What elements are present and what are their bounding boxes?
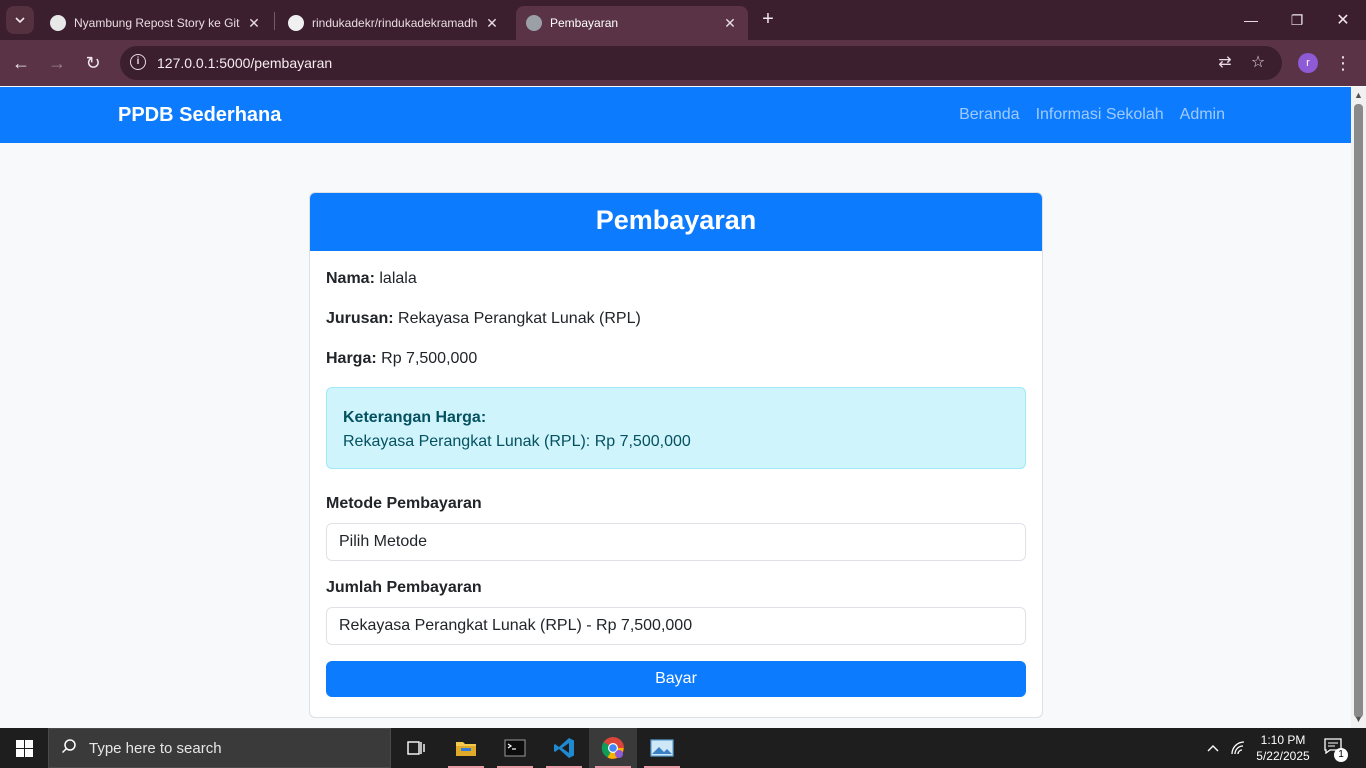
nama-value: lalala bbox=[379, 270, 417, 287]
jurusan-label: Jurusan: bbox=[326, 310, 394, 327]
photos-icon[interactable] bbox=[638, 728, 686, 768]
nama-line: Nama: lalala bbox=[326, 269, 1026, 289]
url-text[interactable]: 127.0.0.1:5000/pembayaran bbox=[157, 55, 332, 71]
web-page: PPDB Sederhana Beranda Informasi Sekolah… bbox=[0, 87, 1351, 728]
address-bar[interactable]: i 127.0.0.1:5000/pembayaran ⇄ ☆ bbox=[120, 46, 1282, 80]
close-window-button[interactable]: ✕ bbox=[1320, 0, 1366, 40]
browser-menu-icon[interactable]: ⋮ bbox=[1334, 52, 1352, 74]
card-title: Pembayaran bbox=[310, 193, 1042, 251]
scroll-down-icon[interactable]: ▼ bbox=[1353, 714, 1364, 725]
openai-icon bbox=[50, 15, 66, 31]
harga-label: Harga: bbox=[326, 350, 377, 367]
browser-toolbar: ← → ↻ i 127.0.0.1:5000/pembayaran ⇄ ☆ r … bbox=[0, 40, 1366, 86]
tab-pembayaran[interactable]: Pembayaran ✕ bbox=[516, 6, 748, 40]
site-brand[interactable]: PPDB Sederhana bbox=[118, 104, 281, 127]
bayar-button[interactable]: Bayar bbox=[326, 661, 1026, 697]
alert-text: Rekayasa Perangkat Lunak (RPL): Rp 7,500… bbox=[343, 433, 691, 450]
back-button[interactable]: ← bbox=[8, 50, 34, 76]
restore-button[interactable]: ❐ bbox=[1274, 0, 1320, 40]
chevron-down-icon bbox=[15, 17, 25, 24]
scroll-up-icon[interactable]: ▲ bbox=[1353, 90, 1364, 101]
metode-label: Metode Pembayaran bbox=[326, 495, 482, 512]
close-icon[interactable]: ✕ bbox=[246, 15, 262, 32]
payment-card: Pembayaran Nama: lalala Jurusan: Rekayas… bbox=[309, 192, 1043, 718]
tab-nyambung[interactable]: Nyambung Repost Story ke Git ✕ bbox=[40, 6, 272, 40]
scroll-thumb[interactable] bbox=[1354, 104, 1363, 718]
minimize-button[interactable]: — bbox=[1228, 0, 1274, 40]
vscode-icon[interactable] bbox=[540, 728, 588, 768]
site-navbar: PPDB Sederhana Beranda Informasi Sekolah… bbox=[0, 87, 1351, 143]
nama-label: Nama: bbox=[326, 270, 375, 287]
file-explorer-icon[interactable] bbox=[442, 728, 490, 768]
terminal-icon[interactable] bbox=[491, 728, 539, 768]
nav-links: Beranda Informasi Sekolah Admin bbox=[959, 106, 1225, 124]
page-scrollbar[interactable]: ▲ ▼ bbox=[1351, 87, 1366, 728]
profile-avatar[interactable]: r bbox=[1298, 53, 1318, 73]
translate-icon[interactable]: ⇄ bbox=[1215, 53, 1235, 73]
alert-title: Keterangan Harga: bbox=[343, 409, 487, 426]
jurusan-value: Rekayasa Perangkat Lunak (RPL) bbox=[398, 310, 641, 327]
card-body: Nama: lalala Jurusan: Rekayasa Perangkat… bbox=[310, 251, 1042, 715]
tab-separator bbox=[274, 12, 275, 30]
tab-github[interactable]: rindukadekr/rindukadekramadh ✕ bbox=[278, 6, 510, 40]
harga-value: Rp 7,500,000 bbox=[381, 350, 478, 367]
chrome-icon[interactable] bbox=[589, 728, 637, 768]
price-info-alert: Keterangan Harga: Rekayasa Perangkat Lun… bbox=[326, 387, 1026, 469]
windows-logo-icon bbox=[15, 739, 33, 757]
globe-icon bbox=[526, 15, 542, 31]
network-icon[interactable] bbox=[1228, 728, 1248, 768]
notification-count-badge: 1 bbox=[1334, 748, 1348, 762]
start-button[interactable] bbox=[0, 728, 48, 768]
jumlah-select[interactable]: Rekayasa Perangkat Lunak (RPL) - Rp 7,50… bbox=[326, 607, 1026, 645]
taskbar-clock[interactable]: 1:10 PM 5/22/2025 bbox=[1248, 732, 1318, 764]
nav-link-admin[interactable]: Admin bbox=[1180, 106, 1225, 124]
close-icon[interactable]: ✕ bbox=[484, 15, 500, 32]
tab-strip: Nyambung Repost Story ke Git ✕ rindukade… bbox=[0, 0, 1366, 40]
new-tab-button[interactable]: + bbox=[758, 8, 778, 32]
forward-button[interactable]: → bbox=[44, 50, 70, 76]
taskbar-search[interactable]: Type here to search bbox=[48, 728, 391, 768]
search-icon bbox=[61, 738, 81, 759]
show-hidden-icons-icon[interactable] bbox=[1202, 728, 1224, 768]
jurusan-line: Jurusan: Rekayasa Perangkat Lunak (RPL) bbox=[326, 309, 1026, 329]
windows-taskbar: Type here to search 1:10 PM 5/22/2025 1 bbox=[0, 728, 1366, 768]
bookmark-star-icon[interactable]: ☆ bbox=[1248, 53, 1268, 73]
tab-search-button[interactable] bbox=[6, 6, 34, 34]
nav-link-beranda[interactable]: Beranda bbox=[959, 106, 1020, 124]
reload-button[interactable]: ↻ bbox=[80, 50, 106, 76]
close-icon[interactable]: ✕ bbox=[722, 15, 738, 32]
nav-link-informasi-sekolah[interactable]: Informasi Sekolah bbox=[1036, 106, 1164, 124]
jumlah-label: Jumlah Pembayaran bbox=[326, 579, 482, 596]
clock-time: 1:10 PM bbox=[1260, 733, 1306, 747]
site-info-icon[interactable]: i bbox=[130, 54, 146, 70]
search-placeholder: Type here to search bbox=[89, 739, 222, 757]
github-icon bbox=[288, 15, 304, 31]
task-view-icon[interactable] bbox=[392, 728, 440, 768]
harga-line: Harga: Rp 7,500,000 bbox=[326, 349, 1026, 369]
metode-select[interactable]: Pilih Metode bbox=[326, 523, 1026, 561]
clock-date: 5/22/2025 bbox=[1256, 749, 1310, 763]
